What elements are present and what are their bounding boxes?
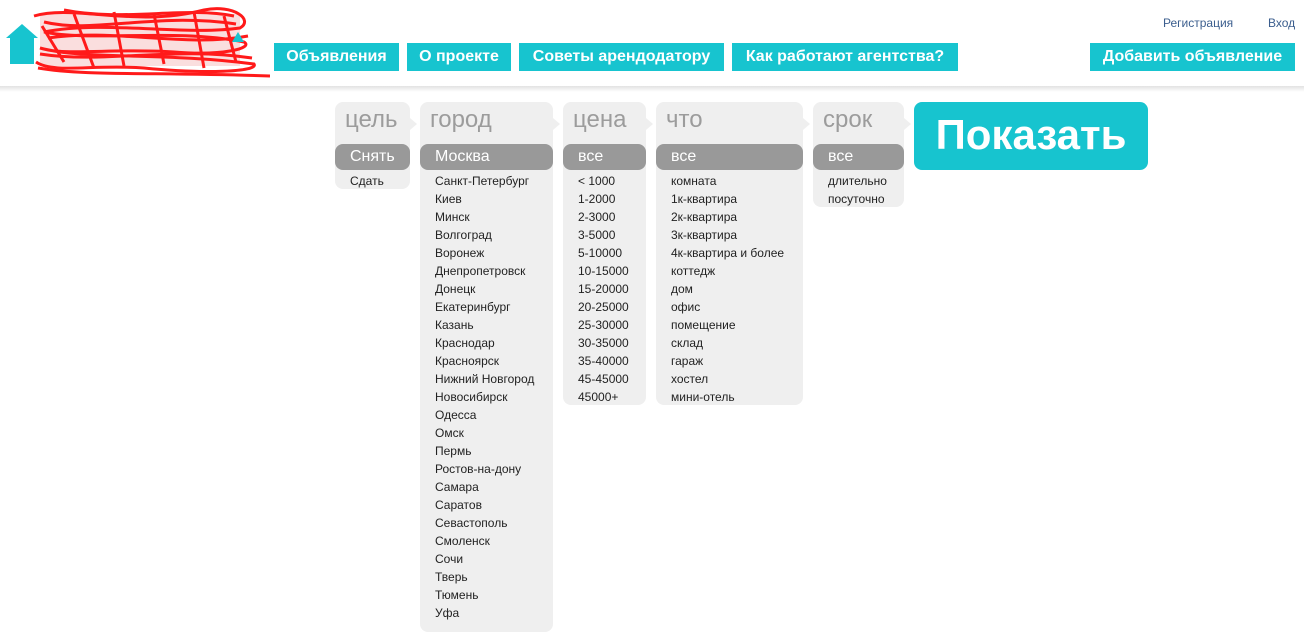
filter-option[interactable]: 3к-квартира: [671, 226, 784, 244]
filter-option[interactable]: Пермь: [435, 442, 534, 460]
filter-option[interactable]: Екатеринбург: [435, 298, 534, 316]
filter-option[interactable]: Смоленск: [435, 532, 534, 550]
filter-option[interactable]: 15-20000: [578, 280, 629, 298]
filter-option[interactable]: 45000+: [578, 388, 629, 406]
register-link[interactable]: Регистрация: [1163, 16, 1233, 30]
filter-option[interactable]: Тверь: [435, 568, 534, 586]
filter-option[interactable]: Волгоград: [435, 226, 534, 244]
nav-how-agencies-work[interactable]: Как работают агентства?: [732, 43, 958, 71]
filter-option[interactable]: 30-35000: [578, 334, 629, 352]
filter-option[interactable]: коттедж: [671, 262, 784, 280]
filter-option[interactable]: 1к-квартира: [671, 190, 784, 208]
filter-option[interactable]: Одесса: [435, 406, 534, 424]
filter-option[interactable]: Севастополь: [435, 514, 534, 532]
filter-option[interactable]: Казань: [435, 316, 534, 334]
filter-price-options: < 1000 1-2000 2-3000 3-5000 5-10000 10-15000 1…: [563, 172, 629, 406]
filter-city: город Москва Санкт-Петербург Киев Минск Вол…: [420, 102, 560, 632]
filter-option[interactable]: Воронеж: [435, 244, 534, 262]
filter-term-selected[interactable]: все: [813, 144, 904, 170]
filter-option[interactable]: 2-3000: [578, 208, 629, 226]
show-button[interactable]: Показать: [914, 102, 1148, 170]
filter-option[interactable]: 5-10000: [578, 244, 629, 262]
filter-option[interactable]: длительно: [828, 172, 887, 190]
filter-option[interactable]: Ростов-на-дону: [435, 460, 534, 478]
filter-price-title: цена: [573, 106, 627, 133]
filter-term-options: длительно посуточно: [813, 172, 887, 208]
filter-option[interactable]: 4к-квартира и более: [671, 244, 784, 262]
filter-option[interactable]: комната: [671, 172, 784, 190]
site-logo[interactable]: [4, 2, 270, 80]
filter-option[interactable]: 45-45000: [578, 370, 629, 388]
filter-option[interactable]: гараж: [671, 352, 784, 370]
filter-option[interactable]: Санкт-Петербург: [435, 172, 534, 190]
filter-option[interactable]: 2к-квартира: [671, 208, 784, 226]
arrow-right-icon: [553, 118, 560, 130]
filter-what-options: комната 1к-квартира 2к-квартира 3к-квартира…: [656, 172, 784, 406]
filter-option[interactable]: Саратов: [435, 496, 534, 514]
nav-about[interactable]: О проекте: [407, 43, 511, 71]
house-icon: [6, 24, 38, 64]
filter-option[interactable]: помещение: [671, 316, 784, 334]
filter-option[interactable]: 25-30000: [578, 316, 629, 334]
filter-goal: цель Снять Сдать: [335, 102, 417, 190]
filter-option[interactable]: < 1000: [578, 172, 629, 190]
add-listing-button[interactable]: Добавить объявление: [1090, 43, 1295, 71]
filter-option[interactable]: Красноярск: [435, 352, 534, 370]
filter-option[interactable]: Новосибирск: [435, 388, 534, 406]
filter-what-selected[interactable]: все: [656, 144, 803, 170]
filter-goal-selected[interactable]: Снять: [335, 144, 410, 170]
filter-option[interactable]: офис: [671, 298, 784, 316]
site-header: Объявления О проекте Советы арендодатору…: [0, 0, 1304, 86]
filter-price: цена все < 1000 1-2000 2-3000 3-5000 5-10000…: [563, 102, 653, 406]
filter-option[interactable]: Самара: [435, 478, 534, 496]
filter-option[interactable]: 10-15000: [578, 262, 629, 280]
filter-what-title: что: [666, 106, 703, 133]
filter-option[interactable]: Краснодар: [435, 334, 534, 352]
filter-option[interactable]: Сочи: [435, 550, 534, 568]
filter-option[interactable]: Донецк: [435, 280, 534, 298]
filter-option[interactable]: 3-5000: [578, 226, 629, 244]
filter-goal-options: Сдать: [335, 172, 384, 190]
nav-landlord-tips[interactable]: Советы арендодатору: [519, 43, 724, 71]
filter-option[interactable]: Омск: [435, 424, 534, 442]
arrow-right-icon: [646, 118, 653, 130]
filter-term-title: срок: [823, 106, 873, 133]
filter-term: срок все длительно посуточно: [813, 102, 911, 208]
arrow-right-icon: [410, 118, 417, 130]
filter-option[interactable]: 35-40000: [578, 352, 629, 370]
filter-city-selected[interactable]: Москва: [420, 144, 553, 170]
filter-option[interactable]: Сдать: [350, 172, 384, 190]
nav-ads[interactable]: Объявления: [274, 43, 399, 71]
header-shadow: [0, 86, 1304, 92]
filter-option[interactable]: Минск: [435, 208, 534, 226]
filter-option[interactable]: 1-2000: [578, 190, 629, 208]
arrow-right-icon: [904, 118, 911, 130]
filter-option[interactable]: дом: [671, 280, 784, 298]
filter-option[interactable]: Киев: [435, 190, 534, 208]
login-link[interactable]: Вход: [1268, 16, 1295, 30]
filter-option[interactable]: 20-25000: [578, 298, 629, 316]
filter-price-selected[interactable]: все: [563, 144, 646, 170]
filter-city-options: Санкт-Петербург Киев Минск Волгоград Воронеж…: [420, 172, 534, 622]
filter-option[interactable]: Тюмень: [435, 586, 534, 604]
filter-goal-title: цель: [345, 106, 398, 133]
filter-option[interactable]: Уфа: [435, 604, 534, 622]
filter-option[interactable]: мини-отель: [671, 388, 784, 406]
filter-option[interactable]: склад: [671, 334, 784, 352]
filter-city-title: город: [430, 106, 492, 133]
filter-what: что все комната 1к-квартира 2к-квартира 3к-…: [656, 102, 810, 406]
filter-option[interactable]: посуточно: [828, 190, 887, 208]
arrow-right-icon: [803, 118, 810, 130]
filter-option[interactable]: хостел: [671, 370, 784, 388]
filter-option[interactable]: Днепропетровск: [435, 262, 534, 280]
filter-option[interactable]: Нижний Новгород: [435, 370, 534, 388]
